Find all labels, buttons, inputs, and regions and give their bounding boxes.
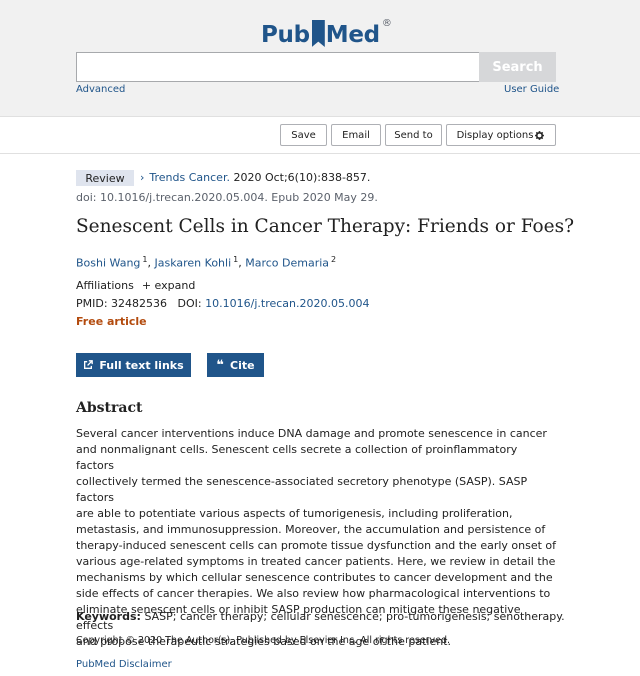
display-options-label: Display options: [456, 129, 534, 141]
chevron-right-icon: ›: [140, 171, 145, 184]
article-title: Senescent Cells in Cancer Therapy: Frien…: [76, 216, 575, 237]
logo-pub-text: Pub: [261, 22, 310, 48]
abstract-line: metastasis, and immunosuppression. Moreo…: [76, 523, 546, 536]
abstract-heading: Abstract: [76, 400, 143, 416]
send-to-button[interactable]: Send to: [385, 124, 442, 146]
cite-button[interactable]: ❝ Cite: [207, 353, 264, 377]
keywords-label: Keywords:: [76, 610, 141, 623]
search-button[interactable]: Search: [479, 52, 556, 82]
full-text-links-label: Full text links: [99, 358, 184, 372]
copyright-notice: Copyright © 2020 The Author(s). Publishe…: [76, 635, 451, 646]
abstract-line: side effects of cancer therapies. We als…: [76, 587, 551, 600]
advanced-search-link[interactable]: Advanced: [76, 84, 125, 95]
abstract-line: mechanisms by which cellular senescence …: [76, 571, 553, 584]
full-text-links-button[interactable]: Full text links: [76, 353, 191, 377]
abstract-line: collectively termed the senescence-assoc…: [76, 475, 528, 504]
keywords-row: Keywords: SASP; cancer therapy; cellular…: [76, 610, 566, 623]
abstract-line: Several cancer interventions induce DNA …: [76, 427, 547, 440]
free-article-label: Free article: [76, 315, 147, 328]
pubmed-logo[interactable]: Pub Med ®: [261, 16, 392, 48]
quote-icon: ❝: [216, 357, 225, 373]
doi-epub-line: doi: 10.1016/j.trecan.2020.05.004. Epub …: [76, 191, 378, 204]
logo-med-text: Med: [325, 22, 380, 48]
registered-mark: ®: [381, 18, 392, 29]
site-header: Pub Med ® Search Advanced User Guide: [0, 0, 640, 117]
affiliations-label: Affiliations: [76, 279, 134, 292]
save-button[interactable]: Save: [280, 124, 327, 146]
author-affiliation-number[interactable]: 2: [331, 255, 336, 264]
abstract-line: and nonmalignant cells. Senescent cells …: [76, 443, 518, 472]
user-guide-link[interactable]: User Guide: [504, 84, 559, 95]
cite-label: Cite: [230, 358, 255, 372]
toolbar-divider: [0, 153, 640, 154]
identifiers-row: PMID: 32482536 DOI: 10.1016/j.trecan.202…: [76, 297, 370, 310]
bookmark-icon: [311, 20, 325, 47]
journal-link[interactable]: Trends Cancer.: [149, 171, 230, 184]
citation-details: 2020 Oct;6(10):838-857.: [233, 171, 371, 184]
pmid-label: PMID:: [76, 297, 108, 310]
pubmed-disclaimer-link[interactable]: PubMed Disclaimer: [76, 659, 172, 670]
expand-affiliations-button[interactable]: + expand: [142, 279, 195, 292]
article-type-badge: Review: [76, 170, 134, 186]
doi-link[interactable]: 10.1016/j.trecan.2020.05.004: [205, 297, 369, 310]
abstract-line: are able to potentiate various aspects o…: [76, 507, 513, 520]
keywords-list: SASP; cancer therapy; cellular senescenc…: [144, 610, 565, 623]
external-link-icon: [84, 360, 94, 369]
affiliations-row: Affiliations + expand: [76, 279, 195, 292]
doi-label: DOI:: [177, 297, 202, 310]
gear-icon: [535, 130, 545, 140]
author-link[interactable]: Jaskaren Kohli: [155, 257, 232, 270]
display-options-button[interactable]: Display options: [446, 124, 556, 146]
citation-line: › Trends Cancer. 2020 Oct;6(10):838-857.: [140, 171, 370, 184]
pmid-value: 32482536: [111, 297, 168, 310]
author-link[interactable]: Marco Demaria: [245, 257, 329, 270]
author-list: Boshi Wang 1, Jaskaren Kohli 1, Marco Dema…: [76, 255, 337, 270]
email-button[interactable]: Email: [331, 124, 381, 146]
abstract-line: various age-related symptoms in treated …: [76, 555, 556, 568]
search-input[interactable]: [76, 52, 480, 82]
author-link[interactable]: Boshi Wang: [76, 257, 140, 270]
abstract-line: therapy-induced senescent cells can prom…: [76, 539, 557, 552]
